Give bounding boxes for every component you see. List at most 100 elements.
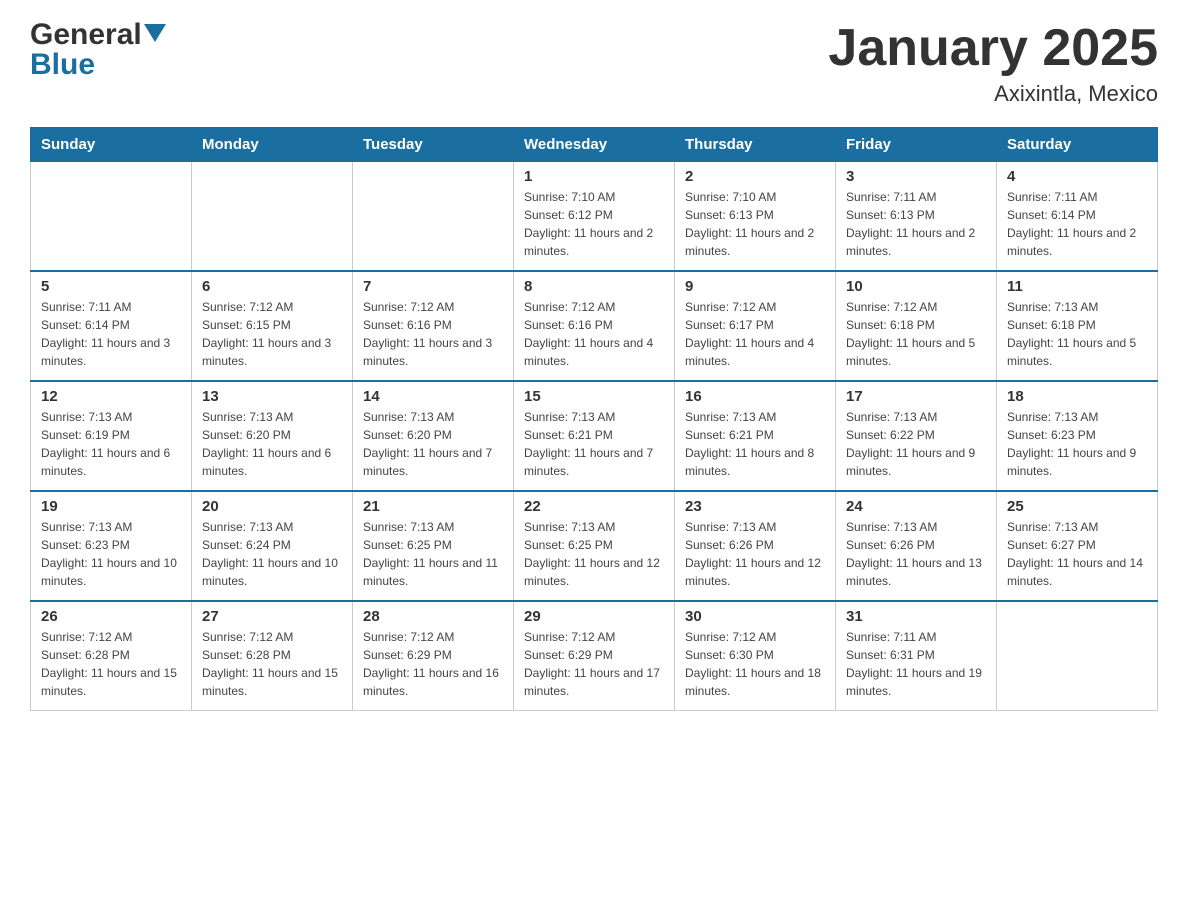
calendar-day-cell: 27 Sunrise: 7:12 AMSunset: 6:28 PMDayligh… xyxy=(192,601,353,711)
calendar-day-cell: 5 Sunrise: 7:11 AMSunset: 6:14 PMDaylight… xyxy=(31,271,192,381)
calendar-day-cell: 6 Sunrise: 7:12 AMSunset: 6:15 PMDaylight… xyxy=(192,271,353,381)
calendar-day-cell: 4Sunrise: 7:11 AMSunset: 6:14 PMDaylight… xyxy=(997,162,1158,272)
calendar-week-row: 1Sunrise: 7:10 AMSunset: 6:12 PMDaylight… xyxy=(31,162,1158,272)
day-info: Sunrise: 7:12 AMSunset: 6:15 PMDaylight:… xyxy=(202,298,342,370)
day-info: Sunrise: 7:13 AMSunset: 6:18 PMDaylight:… xyxy=(1007,298,1147,370)
calendar-weekday-sunday: Sunday xyxy=(31,128,192,162)
calendar-day-cell: 28 Sunrise: 7:12 AMSunset: 6:29 PMDayligh… xyxy=(353,601,514,711)
calendar-day-cell: 22 Sunrise: 7:13 AMSunset: 6:25 PMDayligh… xyxy=(514,491,675,601)
calendar-day-cell: 21 Sunrise: 7:13 AMSunset: 6:25 PMDayligh… xyxy=(353,491,514,601)
day-info: Sunrise: 7:13 AMSunset: 6:24 PMDaylight:… xyxy=(202,518,342,590)
calendar-day-cell xyxy=(353,162,514,272)
day-number: 29 xyxy=(524,608,664,625)
day-number: 28 xyxy=(363,608,503,625)
calendar-weekday-thursday: Thursday xyxy=(675,128,836,162)
logo-blue-text: Blue xyxy=(30,50,95,80)
calendar-day-cell: 11 Sunrise: 7:13 AMSunset: 6:18 PMDayligh… xyxy=(997,271,1158,381)
day-info: Sunrise: 7:10 AMSunset: 6:13 PMDaylight:… xyxy=(685,188,825,260)
day-number: 24 xyxy=(846,498,986,515)
calendar-day-cell: 9 Sunrise: 7:12 AMSunset: 6:17 PMDaylight… xyxy=(675,271,836,381)
day-number: 5 xyxy=(41,278,181,295)
calendar-day-cell: 24 Sunrise: 7:13 AMSunset: 6:26 PMDayligh… xyxy=(836,491,997,601)
page-title: January 2025 xyxy=(828,20,1158,77)
calendar-weekday-tuesday: Tuesday xyxy=(353,128,514,162)
day-info: Sunrise: 7:12 AMSunset: 6:29 PMDaylight:… xyxy=(524,628,664,700)
day-number: 31 xyxy=(846,608,986,625)
day-number: 6 xyxy=(202,278,342,295)
calendar-day-cell: 25 Sunrise: 7:13 AMSunset: 6:27 PMDayligh… xyxy=(997,491,1158,601)
calendar-weekday-saturday: Saturday xyxy=(997,128,1158,162)
day-info: Sunrise: 7:11 AMSunset: 6:31 PMDaylight:… xyxy=(846,628,986,700)
day-number: 19 xyxy=(41,498,181,515)
day-info: Sunrise: 7:12 AMSunset: 6:29 PMDaylight:… xyxy=(363,628,503,700)
calendar-day-cell: 17 Sunrise: 7:13 AMSunset: 6:22 PMDayligh… xyxy=(836,381,997,491)
calendar-day-cell: 14 Sunrise: 7:13 AMSunset: 6:20 PMDayligh… xyxy=(353,381,514,491)
day-number: 23 xyxy=(685,498,825,515)
calendar-day-cell: 15 Sunrise: 7:13 AMSunset: 6:21 PMDayligh… xyxy=(514,381,675,491)
day-info: Sunrise: 7:11 AMSunset: 6:14 PMDaylight:… xyxy=(41,298,181,370)
calendar-day-cell: 16Sunrise: 7:13 AMSunset: 6:21 PMDayligh… xyxy=(675,381,836,491)
day-info: Sunrise: 7:13 AMSunset: 6:20 PMDaylight:… xyxy=(363,408,503,480)
day-info: Sunrise: 7:12 AMSunset: 6:17 PMDaylight:… xyxy=(685,298,825,370)
day-number: 22 xyxy=(524,498,664,515)
day-info: Sunrise: 7:13 AMSunset: 6:22 PMDaylight:… xyxy=(846,408,986,480)
calendar-day-cell: 19 Sunrise: 7:13 AMSunset: 6:23 PMDayligh… xyxy=(31,491,192,601)
day-number: 12 xyxy=(41,388,181,405)
day-info: Sunrise: 7:12 AMSunset: 6:18 PMDaylight:… xyxy=(846,298,986,370)
day-info: Sunrise: 7:13 AMSunset: 6:23 PMDaylight:… xyxy=(41,518,181,590)
day-number: 25 xyxy=(1007,498,1147,515)
calendar-day-cell: 13 Sunrise: 7:13 AMSunset: 6:20 PMDayligh… xyxy=(192,381,353,491)
calendar-day-cell xyxy=(192,162,353,272)
day-info: Sunrise: 7:13 AMSunset: 6:26 PMDaylight:… xyxy=(846,518,986,590)
calendar-day-cell: 18 Sunrise: 7:13 AMSunset: 6:23 PMDayligh… xyxy=(997,381,1158,491)
day-number: 9 xyxy=(685,278,825,295)
day-info: Sunrise: 7:11 AMSunset: 6:14 PMDaylight:… xyxy=(1007,188,1147,260)
calendar-week-row: 19 Sunrise: 7:13 AMSunset: 6:23 PMDayligh… xyxy=(31,491,1158,601)
calendar-day-cell: 10 Sunrise: 7:12 AMSunset: 6:18 PMDayligh… xyxy=(836,271,997,381)
day-info: Sunrise: 7:13 AMSunset: 6:21 PMDaylight:… xyxy=(524,408,664,480)
day-number: 14 xyxy=(363,388,503,405)
day-info: Sunrise: 7:13 AMSunset: 6:23 PMDaylight:… xyxy=(1007,408,1147,480)
day-info: Sunrise: 7:13 AMSunset: 6:27 PMDaylight:… xyxy=(1007,518,1147,590)
calendar-day-cell: 20Sunrise: 7:13 AMSunset: 6:24 PMDayligh… xyxy=(192,491,353,601)
calendar-week-row: 26 Sunrise: 7:12 AMSunset: 6:28 PMDayligh… xyxy=(31,601,1158,711)
logo-triangle-icon xyxy=(144,24,166,46)
day-number: 3 xyxy=(846,168,986,185)
day-number: 2 xyxy=(685,168,825,185)
day-number: 27 xyxy=(202,608,342,625)
calendar-day-cell xyxy=(31,162,192,272)
calendar-day-cell: 2 Sunrise: 7:10 AMSunset: 6:13 PMDaylight… xyxy=(675,162,836,272)
day-info: Sunrise: 7:13 AMSunset: 6:20 PMDaylight:… xyxy=(202,408,342,480)
day-info: Sunrise: 7:13 AMSunset: 6:25 PMDaylight:… xyxy=(363,518,503,590)
calendar-header-row: SundayMondayTuesdayWednesdayThursdayFrid… xyxy=(31,128,1158,162)
day-info: Sunrise: 7:12 AMSunset: 6:28 PMDaylight:… xyxy=(202,628,342,700)
day-number: 15 xyxy=(524,388,664,405)
calendar-day-cell: 30Sunrise: 7:12 AMSunset: 6:30 PMDayligh… xyxy=(675,601,836,711)
calendar-day-cell: 12Sunrise: 7:13 AMSunset: 6:19 PMDayligh… xyxy=(31,381,192,491)
calendar-day-cell: 26Sunrise: 7:12 AMSunset: 6:28 PMDayligh… xyxy=(31,601,192,711)
page-header: General Blue January 2025 Axixintla, Mex… xyxy=(30,20,1158,107)
calendar-day-cell: 3Sunrise: 7:11 AMSunset: 6:13 PMDaylight… xyxy=(836,162,997,272)
calendar-day-cell: 31 Sunrise: 7:11 AMSunset: 6:31 PMDayligh… xyxy=(836,601,997,711)
logo-row1: General xyxy=(30,20,166,50)
day-info: Sunrise: 7:13 AMSunset: 6:25 PMDaylight:… xyxy=(524,518,664,590)
calendar-week-row: 12Sunrise: 7:13 AMSunset: 6:19 PMDayligh… xyxy=(31,381,1158,491)
day-info: Sunrise: 7:13 AMSunset: 6:21 PMDaylight:… xyxy=(685,408,825,480)
day-number: 26 xyxy=(41,608,181,625)
day-number: 11 xyxy=(1007,278,1147,295)
calendar-day-cell: 29 Sunrise: 7:12 AMSunset: 6:29 PMDayligh… xyxy=(514,601,675,711)
calendar-week-row: 5 Sunrise: 7:11 AMSunset: 6:14 PMDaylight… xyxy=(31,271,1158,381)
day-number: 13 xyxy=(202,388,342,405)
calendar-day-cell: 1Sunrise: 7:10 AMSunset: 6:12 PMDaylight… xyxy=(514,162,675,272)
day-info: Sunrise: 7:12 AMSunset: 6:16 PMDaylight:… xyxy=(363,298,503,370)
calendar-day-cell: 8Sunrise: 7:12 AMSunset: 6:16 PMDaylight… xyxy=(514,271,675,381)
day-number: 17 xyxy=(846,388,986,405)
day-number: 10 xyxy=(846,278,986,295)
day-number: 21 xyxy=(363,498,503,515)
day-info: Sunrise: 7:12 AMSunset: 6:16 PMDaylight:… xyxy=(524,298,664,370)
day-number: 7 xyxy=(363,278,503,295)
day-info: Sunrise: 7:12 AMSunset: 6:30 PMDaylight:… xyxy=(685,628,825,700)
day-number: 18 xyxy=(1007,388,1147,405)
calendar-weekday-monday: Monday xyxy=(192,128,353,162)
title-block: January 2025 Axixintla, Mexico xyxy=(828,20,1158,107)
